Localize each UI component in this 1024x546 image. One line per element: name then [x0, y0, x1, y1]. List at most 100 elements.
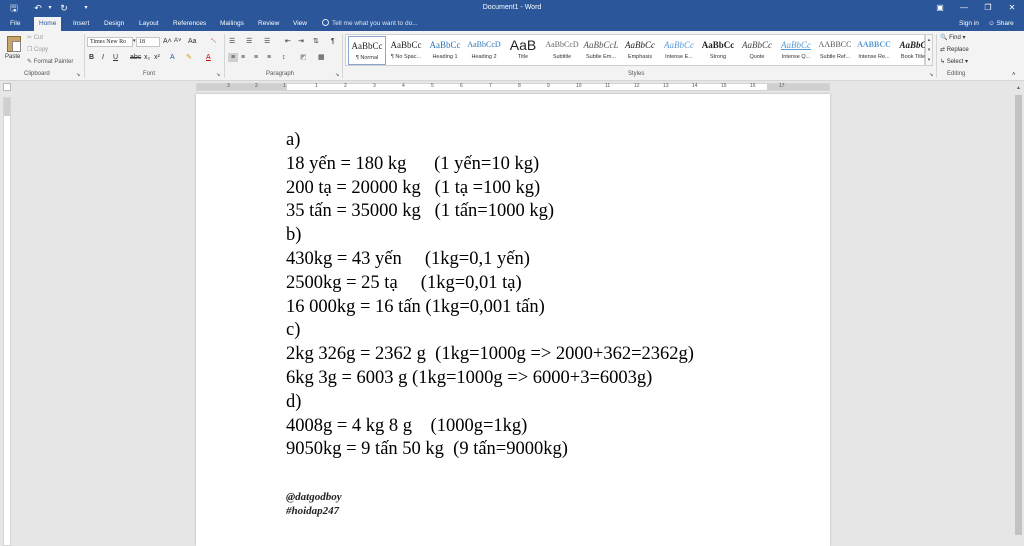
- font-launcher-icon[interactable]: ↘: [216, 71, 220, 80]
- minimize-icon[interactable]: —: [956, 2, 972, 14]
- clear-formatting-icon[interactable]: ␀: [211, 37, 217, 46]
- strikethrough-icon[interactable]: abc: [130, 53, 141, 62]
- tab-layout[interactable]: Layout: [134, 17, 164, 31]
- horizontal-ruler[interactable]: 3 2 1 1 2 3 4 5 6 7 8 9 10 11 12 13 14 1…: [196, 83, 830, 91]
- cursor-icon: ↳: [940, 59, 946, 65]
- superscript-icon[interactable]: x²: [154, 53, 160, 62]
- style-intense-quote[interactable]: AaBbCc Intense Q...: [777, 36, 815, 65]
- copy-label: Copy: [34, 47, 49, 53]
- save-icon[interactable]: 🖫: [8, 3, 20, 14]
- style-subtitle[interactable]: AaBbCcD Subtitle: [543, 36, 581, 65]
- align-center-icon[interactable]: ≡: [241, 53, 245, 62]
- bullets-icon[interactable]: ☰: [229, 37, 235, 46]
- underline-icon[interactable]: U: [113, 53, 118, 62]
- style-subtle-emphasis[interactable]: AaBbCcL Subtle Em...: [582, 36, 620, 65]
- style-no-spacing[interactable]: AaBbCc ¶ No Spac...: [387, 36, 425, 65]
- close-icon[interactable]: ✕: [1004, 2, 1020, 14]
- document-page[interactable]: a) 18 yến = 180 kg (1 yến=10 kg) 200 tạ …: [196, 94, 830, 546]
- style-sample: AaBbCc: [390, 40, 422, 50]
- share-button[interactable]: ☺ Share: [988, 17, 1014, 31]
- ribbon-display-icon[interactable]: ▣: [932, 2, 948, 14]
- show-marks-icon[interactable]: ¶: [331, 37, 335, 46]
- line-spacing-icon[interactable]: ↕: [282, 53, 286, 62]
- font-name-input[interactable]: Times New Ro: [87, 37, 133, 47]
- ruler-number: 8: [518, 83, 521, 89]
- redo-icon[interactable]: ↻: [58, 3, 70, 14]
- undo-dropdown-icon[interactable]: ▾: [44, 3, 56, 14]
- shading-icon[interactable]: ◩: [300, 53, 307, 62]
- styles-launcher-icon[interactable]: ↘: [929, 71, 933, 80]
- paragraph-launcher-icon[interactable]: ↘: [335, 71, 339, 80]
- tab-design[interactable]: Design: [99, 17, 129, 31]
- text-effects-icon[interactable]: A: [170, 53, 175, 62]
- style-quote[interactable]: AaBbCc Quote: [738, 36, 776, 65]
- format-painter-label: Format Painter: [33, 59, 74, 65]
- tab-mailings[interactable]: Mailings: [215, 17, 249, 31]
- style-heading-2[interactable]: AaBbCcD Heading 2: [465, 36, 503, 65]
- tab-file[interactable]: File: [5, 17, 25, 31]
- customize-toolbar-icon[interactable]: ▾: [80, 3, 92, 14]
- style-emphasis[interactable]: AaBbCc Emphasis: [621, 36, 659, 65]
- undo-icon[interactable]: ↶: [32, 3, 44, 14]
- borders-icon[interactable]: ▦: [318, 53, 325, 62]
- styles-scroll[interactable]: ▴ ▾ ▾: [925, 34, 933, 66]
- tab-home[interactable]: Home: [34, 17, 62, 31]
- scroll-up-icon[interactable]: ▲: [1015, 85, 1022, 92]
- find-button[interactable]: 🔍 Find ▾: [940, 34, 966, 41]
- select-label: Select: [946, 59, 964, 65]
- highlight-icon[interactable]: ✎: [186, 53, 192, 62]
- style-title[interactable]: AaB Title: [504, 36, 542, 65]
- numbering-icon[interactable]: ☰: [246, 37, 252, 46]
- style-normal[interactable]: AaBbCc ¶ Normal: [348, 36, 386, 65]
- decrease-indent-icon[interactable]: ⇤: [285, 37, 291, 46]
- tab-selector[interactable]: [3, 83, 11, 91]
- style-strong[interactable]: AaBbCc Strong: [699, 36, 737, 65]
- more-styles-icon[interactable]: ▾: [928, 57, 931, 63]
- font-size-input[interactable]: 18: [136, 37, 160, 47]
- ruler-number: 15: [721, 83, 727, 89]
- style-intense-emphasis[interactable]: AaBbCc Intense E...: [660, 36, 698, 65]
- cut-button[interactable]: ✂ Cut: [27, 34, 43, 41]
- tab-view[interactable]: View: [288, 17, 312, 31]
- style-heading-1[interactable]: AaBbCc Heading 1: [426, 36, 464, 65]
- scrollbar-thumb[interactable]: [1015, 95, 1022, 535]
- multilevel-list-icon[interactable]: ☰: [264, 37, 270, 46]
- ribbon: Paste ✂ Cut ❐ Copy ✎ Format Painter Clip…: [0, 31, 1024, 81]
- sort-icon[interactable]: ⇅: [313, 37, 319, 46]
- bold-icon[interactable]: B: [89, 53, 94, 62]
- ruler-number: 11: [605, 83, 611, 89]
- search-icon: 🔍: [940, 35, 948, 41]
- document-body[interactable]: a) 18 yến = 180 kg (1 yến=10 kg) 200 tạ …: [286, 129, 694, 462]
- vertical-ruler[interactable]: [3, 97, 11, 546]
- sign-in-link[interactable]: Sign in: [959, 17, 979, 31]
- vertical-scrollbar[interactable]: ▲: [1013, 83, 1024, 546]
- chevron-up-icon[interactable]: ▴: [928, 37, 931, 43]
- group-separator: [84, 34, 85, 78]
- change-case-icon[interactable]: Aa: [188, 37, 197, 46]
- chevron-down-icon[interactable]: ▾: [928, 47, 931, 53]
- grow-font-icon[interactable]: A˄: [163, 37, 172, 46]
- justify-icon[interactable]: ≡: [267, 53, 271, 62]
- copy-button[interactable]: ❐ Copy: [27, 46, 48, 53]
- tab-insert[interactable]: Insert: [68, 17, 94, 31]
- shrink-font-icon[interactable]: A˅: [174, 37, 182, 46]
- tell-me-box[interactable]: Tell me what you want to do...: [322, 17, 418, 31]
- ruler-number: 2: [344, 83, 347, 89]
- replace-button[interactable]: ⇄ Replace: [940, 46, 969, 53]
- style-label: Quote: [749, 54, 765, 60]
- italic-icon[interactable]: I: [102, 53, 104, 62]
- restore-icon[interactable]: ❐: [980, 2, 996, 14]
- tab-references[interactable]: References: [168, 17, 211, 31]
- style-subtle-reference[interactable]: AABBCC Subtle Ref...: [816, 36, 854, 65]
- select-button[interactable]: ↳ Select ▾: [940, 58, 968, 65]
- subscript-icon[interactable]: x₂: [144, 53, 150, 62]
- style-intense-reference[interactable]: AABBCC Intense Re...: [855, 36, 893, 65]
- tab-review[interactable]: Review: [253, 17, 284, 31]
- format-painter-button[interactable]: ✎ Format Painter: [27, 58, 73, 65]
- clipboard-launcher-icon[interactable]: ↘: [76, 71, 80, 80]
- collapse-ribbon-icon[interactable]: ˄: [1012, 71, 1016, 80]
- align-right-icon[interactable]: ≡: [254, 53, 258, 62]
- align-left-icon[interactable]: ≡: [228, 53, 238, 62]
- font-color-icon[interactable]: A: [206, 53, 211, 62]
- increase-indent-icon[interactable]: ⇥: [298, 37, 304, 46]
